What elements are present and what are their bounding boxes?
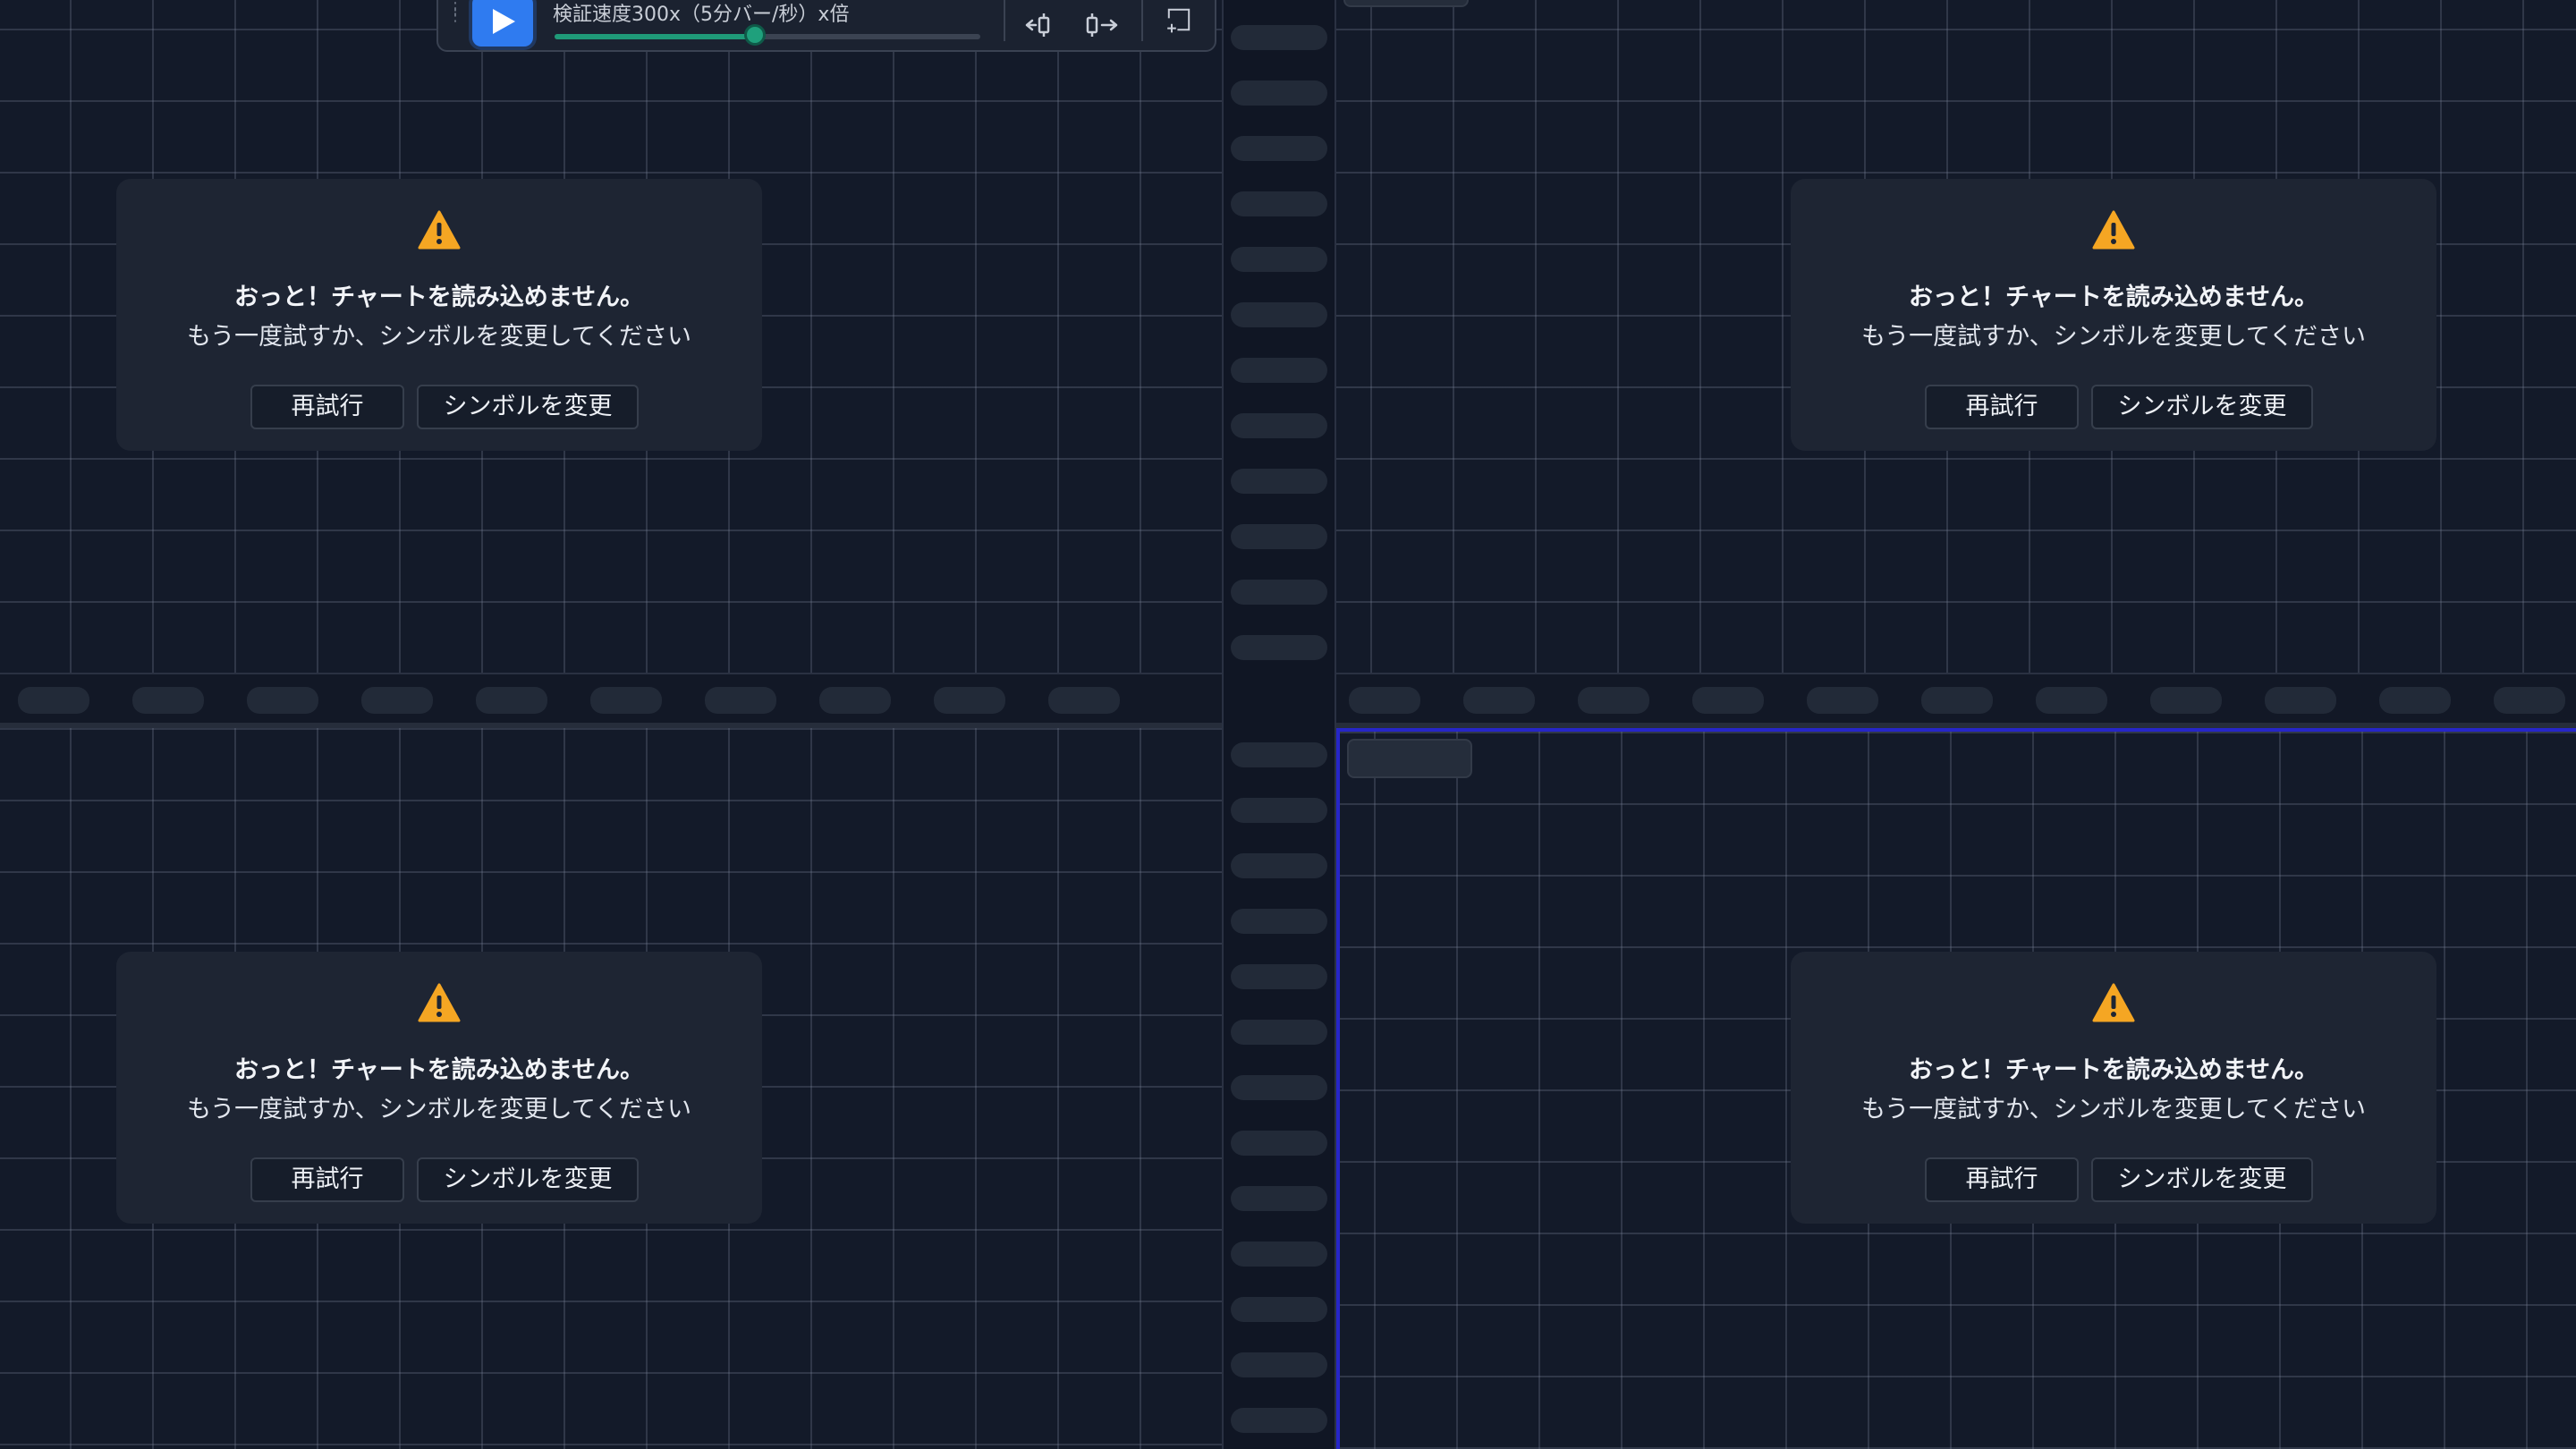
price-label-placeholder: [1231, 1352, 1327, 1377]
error-title: おっと！チャートを読み込めません。: [234, 1056, 644, 1084]
step-back-icon[interactable]: [1023, 11, 1059, 39]
price-label-placeholder: [1231, 742, 1327, 767]
select-range-icon[interactable]: [1161, 5, 1197, 34]
slider-thumb[interactable]: [743, 24, 766, 46]
chart-pane-bottom-left[interactable]: おっと！チャートを読み込めません。 もう一度試すか、シンボルを変更してください …: [0, 728, 1222, 1449]
price-label-placeholder: [1231, 25, 1327, 50]
retry-button[interactable]: 再試行: [250, 1157, 404, 1202]
price-label-placeholder: [1231, 1241, 1327, 1267]
price-label-placeholder: [1231, 80, 1327, 106]
price-label-placeholder: [1231, 964, 1327, 989]
price-label-placeholder: [1231, 1075, 1327, 1100]
price-label-placeholder: [1231, 853, 1327, 878]
time-label-placeholder: [819, 687, 891, 714]
chart-error-card: おっと！チャートを読み込めません。 もう一度試すか、シンボルを変更してください …: [1791, 179, 2436, 451]
price-label-placeholder: [1231, 191, 1327, 216]
time-label-placeholder: [705, 687, 776, 714]
pane-label-placeholder: [1343, 0, 1469, 7]
change-symbol-button[interactable]: シンボルを変更: [2091, 1157, 2313, 1202]
step-forward-icon[interactable]: [1084, 11, 1120, 39]
warning-icon: [2092, 983, 2135, 1022]
time-label-placeholder: [2036, 687, 2107, 714]
price-scale-divider[interactable]: [1222, 0, 1336, 1449]
time-label-placeholder: [1921, 687, 1993, 714]
price-label-placeholder: [1231, 635, 1327, 660]
chart-error-card: おっと！チャートを読み込めません。 もう一度試すか、シンボルを変更してください …: [1791, 952, 2436, 1224]
retry-button[interactable]: 再試行: [1925, 1157, 2079, 1202]
toolbar-separator: [1141, 0, 1143, 41]
chart-pane-top-right[interactable]: おっと！チャートを読み込めません。 もう一度試すか、シンボルを変更してください …: [1336, 0, 2576, 673]
price-label-placeholder: [1231, 1408, 1327, 1433]
error-title: おっと！チャートを読み込めません。: [1909, 284, 2318, 311]
error-title: おっと！チャートを読み込めません。: [1909, 1056, 2318, 1084]
change-symbol-button[interactable]: シンボルを変更: [417, 1157, 639, 1202]
time-label-placeholder: [1692, 687, 1764, 714]
time-label-placeholder: [934, 687, 1005, 714]
retry-button[interactable]: 再試行: [250, 385, 404, 429]
time-label-placeholder: [2494, 687, 2565, 714]
replay-toolbar: ⋮ ⋮ 検証速度300x（5分バー/秒）x倍: [436, 0, 1216, 52]
time-label-placeholder: [1048, 687, 1120, 714]
price-label-placeholder: [1231, 358, 1327, 383]
time-label-placeholder: [18, 687, 89, 714]
price-label-placeholder: [1231, 469, 1327, 494]
replay-speed-slider[interactable]: [555, 24, 980, 46]
chart-pane-bottom-right-active[interactable]: おっと！チャートを読み込めません。 もう一度試すか、シンボルを変更してください …: [1336, 728, 2576, 1449]
pane-label-placeholder: [1347, 739, 1472, 778]
play-button[interactable]: [472, 0, 533, 47]
price-label-placeholder: [1231, 798, 1327, 823]
price-label-placeholder: [1231, 524, 1327, 549]
time-label-placeholder: [247, 687, 318, 714]
warning-icon: [418, 983, 461, 1022]
price-label-placeholder: [1231, 136, 1327, 161]
time-label-placeholder: [1349, 687, 1420, 714]
price-label-placeholder: [1231, 413, 1327, 438]
time-label-placeholder: [590, 687, 662, 714]
warning-icon: [2092, 210, 2135, 250]
time-scale-divider[interactable]: [0, 673, 1222, 728]
error-message: もう一度試すか、シンボルを変更してください: [1860, 1096, 2367, 1123]
price-label-placeholder: [1231, 1297, 1327, 1322]
change-symbol-button[interactable]: シンボルを変更: [2091, 385, 2313, 429]
warning-icon: [418, 210, 461, 250]
time-label-placeholder: [2150, 687, 2222, 714]
error-message: もう一度試すか、シンボルを変更してください: [186, 323, 692, 351]
error-title: おっと！チャートを読み込めません。: [234, 284, 644, 311]
price-label-placeholder: [1231, 302, 1327, 327]
time-label-placeholder: [1807, 687, 1878, 714]
slider-fill: [555, 34, 755, 39]
time-label-placeholder: [1463, 687, 1535, 714]
error-message: もう一度試すか、シンボルを変更してください: [186, 1096, 692, 1123]
time-label-placeholder: [132, 687, 204, 714]
chart-error-card: おっと！チャートを読み込めません。 もう一度試すか、シンボルを変更してください …: [116, 952, 762, 1224]
play-icon: [493, 9, 515, 34]
change-symbol-button[interactable]: シンボルを変更: [417, 385, 639, 429]
replay-speed-label: 検証速度300x（5分バー/秒）x倍: [553, 4, 850, 26]
price-label-placeholder: [1231, 1186, 1327, 1211]
time-label-placeholder: [361, 687, 433, 714]
price-label-placeholder: [1231, 580, 1327, 605]
drag-handle-icon[interactable]: ⋮ ⋮: [447, 1, 463, 29]
time-label-placeholder: [1578, 687, 1649, 714]
time-label-placeholder: [2379, 687, 2451, 714]
price-label-placeholder: [1231, 1020, 1327, 1045]
time-label-placeholder: [476, 687, 547, 714]
price-label-placeholder: [1231, 247, 1327, 272]
time-scale-divider[interactable]: [1336, 673, 2576, 728]
time-label-placeholder: [2265, 687, 2336, 714]
retry-button[interactable]: 再試行: [1925, 385, 2079, 429]
price-label-placeholder: [1231, 909, 1327, 934]
price-label-placeholder: [1231, 1131, 1327, 1156]
toolbar-separator: [1004, 0, 1005, 41]
chart-error-card: おっと！チャートを読み込めません。 もう一度試すか、シンボルを変更してください …: [116, 179, 762, 451]
error-message: もう一度試すか、シンボルを変更してください: [1860, 323, 2367, 351]
chart-pane-top-left[interactable]: おっと！チャートを読み込めません。 もう一度試すか、シンボルを変更してください …: [0, 0, 1222, 673]
